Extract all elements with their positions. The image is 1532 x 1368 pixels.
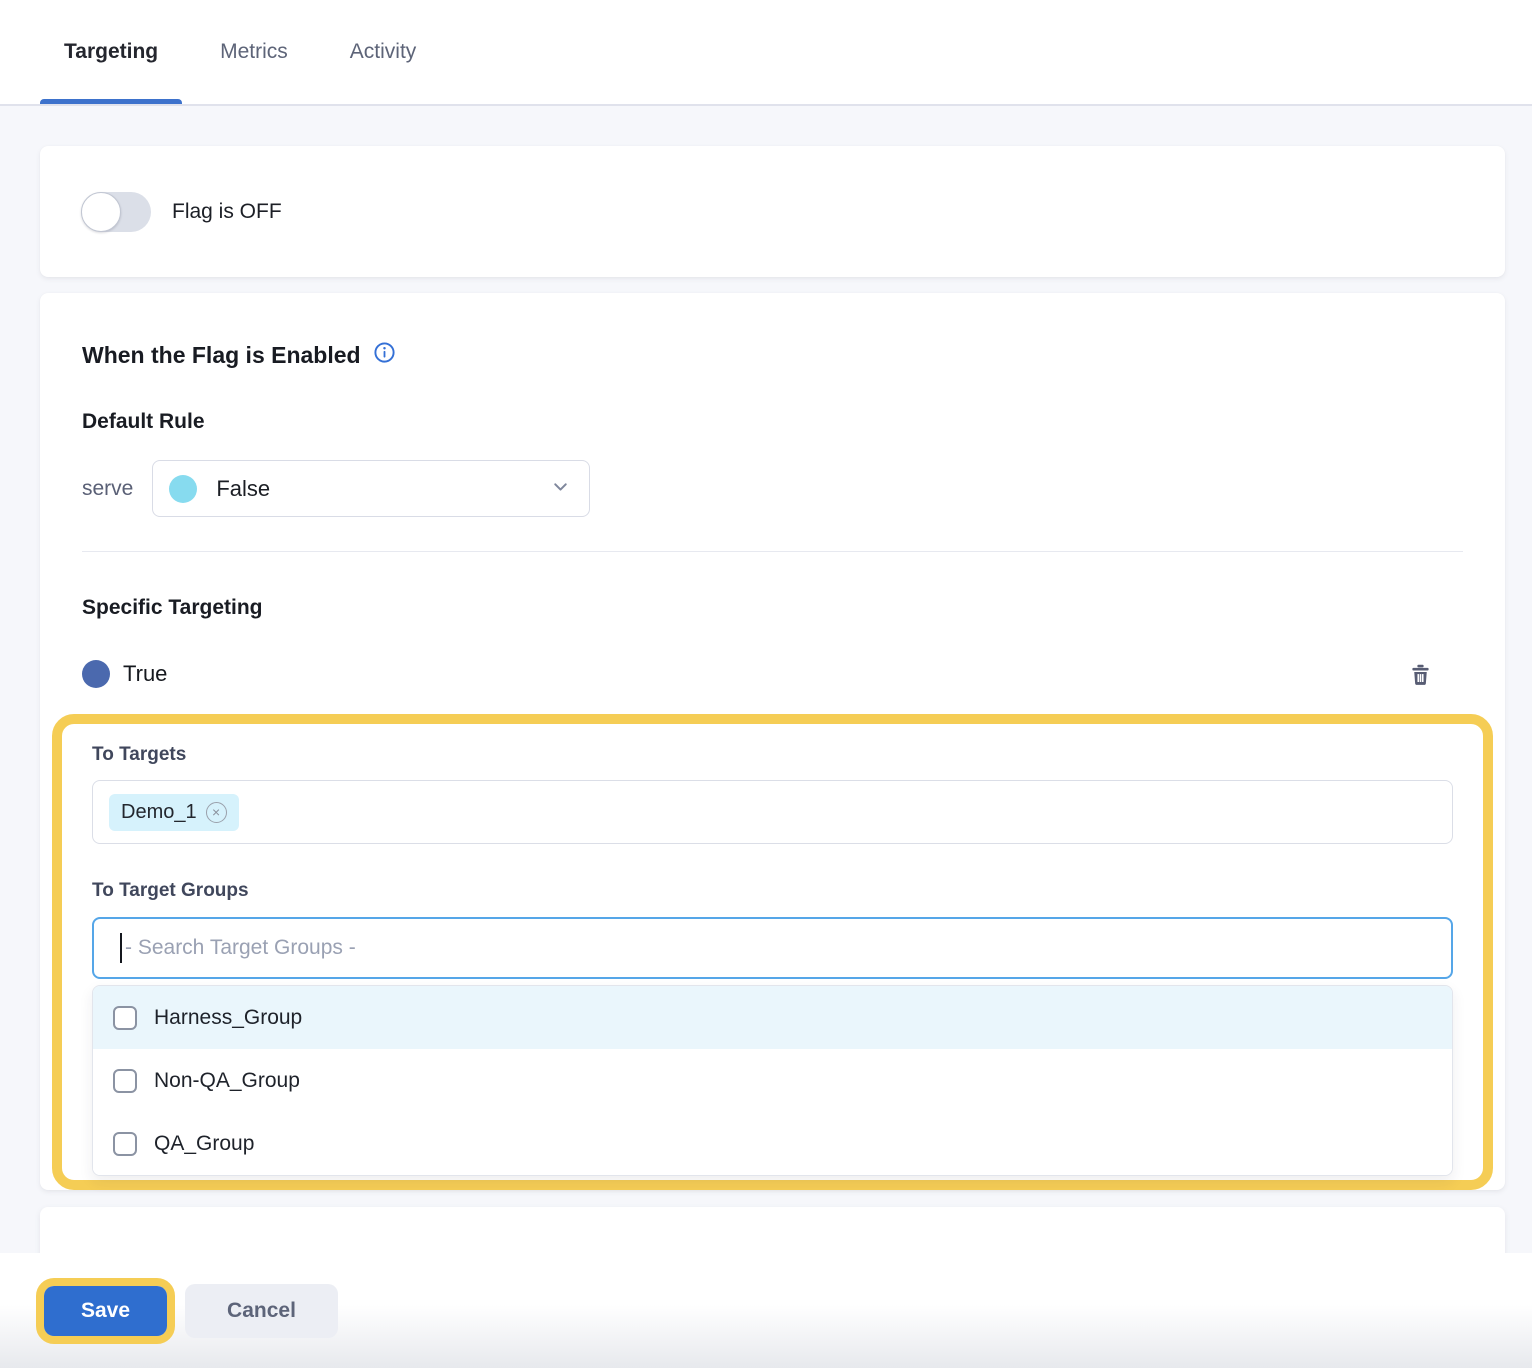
delete-rule-button[interactable] [1408, 662, 1433, 687]
specific-targeting-title: Specific Targeting [82, 596, 1463, 620]
save-button[interactable]: Save [44, 1286, 167, 1336]
default-variation-value: False [216, 476, 270, 502]
false-variation-dot [169, 475, 197, 503]
info-icon[interactable] [373, 341, 396, 370]
flag-state-label: Flag is OFF [172, 200, 282, 224]
flag-toggle[interactable] [81, 192, 151, 232]
option-label: QA_Group [154, 1132, 254, 1156]
text-cursor [120, 933, 122, 963]
true-variation-row: True [82, 660, 1463, 688]
rules-card: When the Flag is Enabled Default Rule se… [40, 293, 1505, 1190]
true-variation-label: True [123, 661, 167, 687]
save-highlight-ring: Save [36, 1278, 175, 1344]
default-rule-serve-row: serve False [82, 460, 1463, 517]
checkbox-non-qa-group[interactable] [113, 1069, 137, 1093]
to-target-groups-label: To Target Groups [92, 880, 1453, 902]
section-divider [82, 551, 1463, 552]
true-variation-dot [82, 660, 110, 688]
option-label: Non-QA_Group [154, 1069, 300, 1093]
targets-input[interactable]: Demo_1 × [92, 780, 1453, 844]
enabled-heading-text: When the Flag is Enabled [82, 342, 361, 369]
toggle-knob [81, 192, 121, 232]
chevron-down-icon [550, 476, 571, 502]
default-rule-title: Default Rule [82, 410, 1463, 434]
target-groups-search-input[interactable] [125, 936, 1435, 960]
target-chip: Demo_1 × [109, 794, 239, 831]
tab-metrics[interactable]: Metrics [220, 0, 288, 104]
targeting-highlight-box: To Targets Demo_1 × To Target Groups Har… [52, 714, 1493, 1190]
enabled-section-heading: When the Flag is Enabled [82, 341, 1463, 370]
targeting-content: Flag is OFF When the Flag is Enabled Def… [0, 106, 1532, 1190]
remove-target-icon[interactable]: × [206, 802, 227, 823]
target-group-options-list: Harness_Group Non-QA_Group QA_Group [92, 985, 1453, 1176]
checkbox-harness-group[interactable] [113, 1006, 137, 1030]
option-qa-group[interactable]: QA_Group [93, 1112, 1452, 1175]
serve-label: serve [82, 477, 133, 501]
cancel-button[interactable]: Cancel [185, 1284, 338, 1338]
option-non-qa-group[interactable]: Non-QA_Group [93, 1049, 1452, 1112]
to-targets-label: To Targets [92, 744, 1453, 766]
tab-targeting[interactable]: Targeting [64, 0, 158, 104]
footer-button-row: Save Cancel [36, 1278, 338, 1344]
target-groups-search-box[interactable] [92, 917, 1453, 979]
target-chip-label: Demo_1 [121, 801, 197, 824]
default-variation-select[interactable]: False [152, 460, 590, 517]
tab-activity[interactable]: Activity [350, 0, 417, 104]
option-harness-group[interactable]: Harness_Group [93, 986, 1452, 1049]
checkbox-qa-group[interactable] [113, 1132, 137, 1156]
option-label: Harness_Group [154, 1006, 302, 1030]
flag-state-card: Flag is OFF [40, 146, 1505, 277]
tab-bar: Targeting Metrics Activity [0, 0, 1532, 106]
